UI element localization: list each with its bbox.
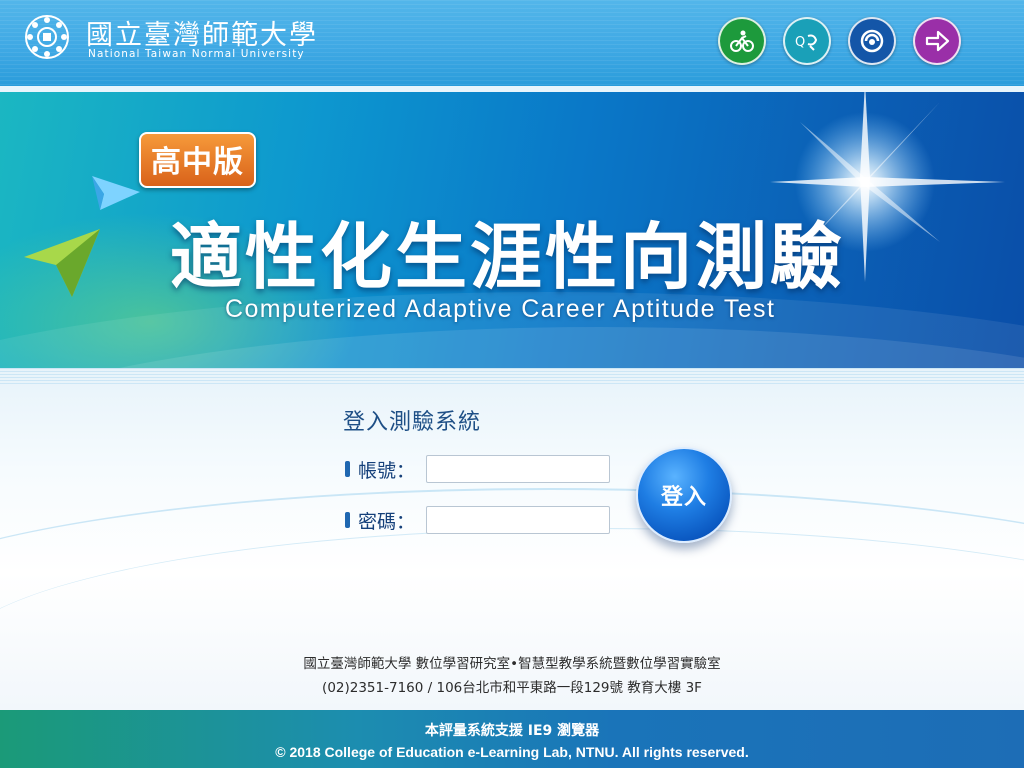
- password-label: 密碼：: [358, 510, 416, 533]
- svg-text:Q: Q: [795, 35, 805, 50]
- swirl-icon: [860, 29, 884, 53]
- teal-circle-icon[interactable]: Q: [783, 17, 831, 65]
- page-footer: 本評量系統支援 IE9 瀏覽器 © 2018 College of Educat…: [0, 710, 1024, 768]
- blue-circle-icon[interactable]: [848, 17, 896, 65]
- browser-support-note: 本評量系統支援 IE9 瀏覽器: [424, 723, 600, 739]
- cycle-figure-icon: [730, 30, 754, 52]
- account-label: 帳號：: [358, 459, 416, 482]
- password-bullet: [345, 512, 350, 528]
- password-input[interactable]: [426, 506, 610, 534]
- page-header: 國立臺灣師範大學 National Taiwan Normal Universi…: [0, 0, 1024, 92]
- arrow-right-icon: [925, 30, 950, 52]
- account-bullet: [345, 461, 350, 477]
- blue-paper-plane-icon: [92, 176, 140, 210]
- green-circle-icon[interactable]: [718, 17, 766, 65]
- copyright-text: © 2018 College of Education e-Learning L…: [275, 744, 749, 760]
- account-row: 帳號：: [345, 455, 610, 483]
- account-input[interactable]: [426, 455, 610, 483]
- university-name-zh[interactable]: 國立臺灣師範大學: [86, 13, 318, 52]
- hero-banner: 高中版 適性化生涯性向測驗 Computerized Adaptive Care…: [0, 92, 1024, 368]
- login-heading: 登入測驗系統: [343, 410, 482, 435]
- page-title-zh: 適性化生涯性向測驗: [170, 215, 846, 299]
- university-emblem-icon[interactable]: [24, 14, 70, 60]
- password-row: 密碼：: [345, 506, 610, 534]
- green-paper-plane-icon: [24, 229, 100, 297]
- university-name-en[interactable]: National Taiwan Normal University: [88, 48, 305, 60]
- address-text: (02)2351-7160 / 106台北市和平東路一段129號 教育大樓 3F: [322, 680, 702, 696]
- header-nav-icons: Q: [718, 17, 961, 65]
- edition-badge: 高中版: [139, 132, 256, 188]
- organization-text: 國立臺灣師範大學 數位學習研究室•智慧型教學系統暨數位學習實驗室: [303, 656, 721, 672]
- page-title-en: Computerized Adaptive Career Aptitude Te…: [225, 295, 776, 323]
- login-stripe: [0, 368, 1024, 386]
- purple-arrow-icon[interactable]: [913, 17, 961, 65]
- login-button[interactable]: 登入: [636, 447, 732, 543]
- chat-icon: Q: [795, 34, 818, 51]
